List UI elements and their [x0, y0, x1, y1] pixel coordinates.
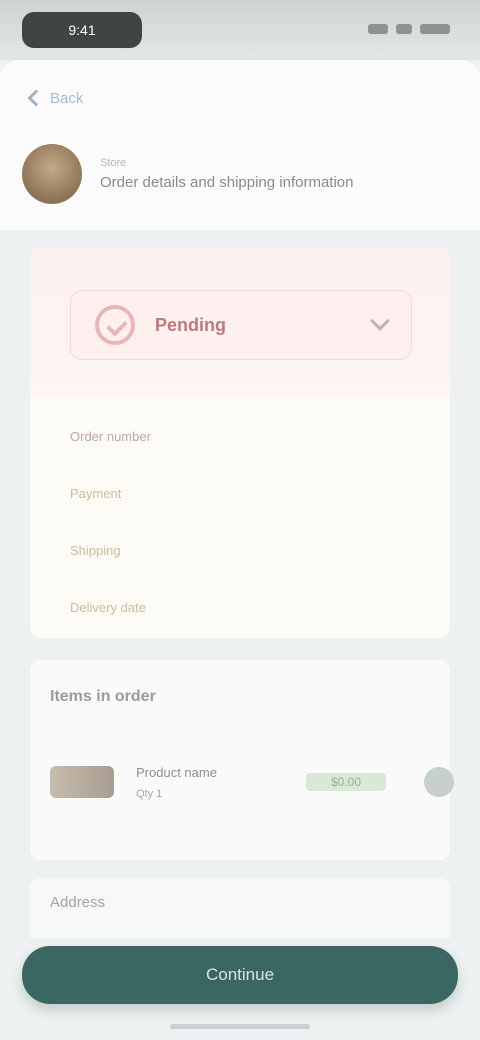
page-header: Back Store Order details and shipping in…: [0, 60, 480, 230]
signal-icon: [368, 24, 388, 34]
address-section: Address: [30, 878, 450, 938]
back-icon: [27, 89, 45, 107]
continue-button[interactable]: Continue: [22, 946, 458, 1004]
order-status-chip[interactable]: Pending: [70, 290, 412, 360]
product-row[interactable]: Product name Qty 1 $0.00: [50, 742, 480, 822]
check-circle-icon: [95, 305, 135, 345]
product-price: $0.00: [306, 773, 386, 791]
items-section-title: Items in order: [50, 688, 156, 705]
product-name: Product name: [136, 764, 217, 780]
order-card: Pending Order number Payment Shipping De…: [30, 248, 450, 638]
status-time-pill: 9:41: [22, 12, 142, 48]
status-time: 9:41: [68, 22, 96, 38]
back-button[interactable]: Back: [27, 86, 84, 110]
detail-shipping: Shipping: [70, 543, 121, 558]
more-icon[interactable]: [424, 767, 454, 797]
status-icons: [358, 22, 450, 36]
product-meta: Qty 1: [136, 787, 163, 800]
order-status-label: Pending: [155, 314, 226, 335]
back-label: Back: [50, 89, 84, 107]
product-thumbnail: [50, 766, 114, 798]
battery-icon: [420, 24, 450, 34]
profile-text: Store Order details and shipping informa…: [100, 157, 353, 191]
home-indicator: [170, 1024, 310, 1029]
detail-payment: Payment: [70, 486, 122, 501]
avatar: [22, 144, 82, 204]
status-bar: 9:41: [0, 0, 480, 60]
store-profile[interactable]: Store Order details and shipping informa…: [22, 144, 458, 204]
address-section-title: Address: [50, 894, 106, 911]
detail-delivery-date: Delivery date: [70, 600, 146, 615]
order-detail-list: Order number Payment Shipping Delivery d…: [70, 408, 410, 636]
order-status-block: Pending: [30, 248, 450, 398]
wifi-icon: [396, 24, 412, 34]
items-section: Items in order Product name Qty 1 $0.00: [30, 660, 454, 860]
profile-title: Order details and shipping information: [100, 174, 354, 191]
profile-subtitle: Store: [100, 157, 127, 169]
detail-order-number: Order number: [70, 429, 151, 444]
chevron-down-icon: [370, 311, 390, 331]
product-info: Product name Qty 1: [136, 765, 276, 800]
